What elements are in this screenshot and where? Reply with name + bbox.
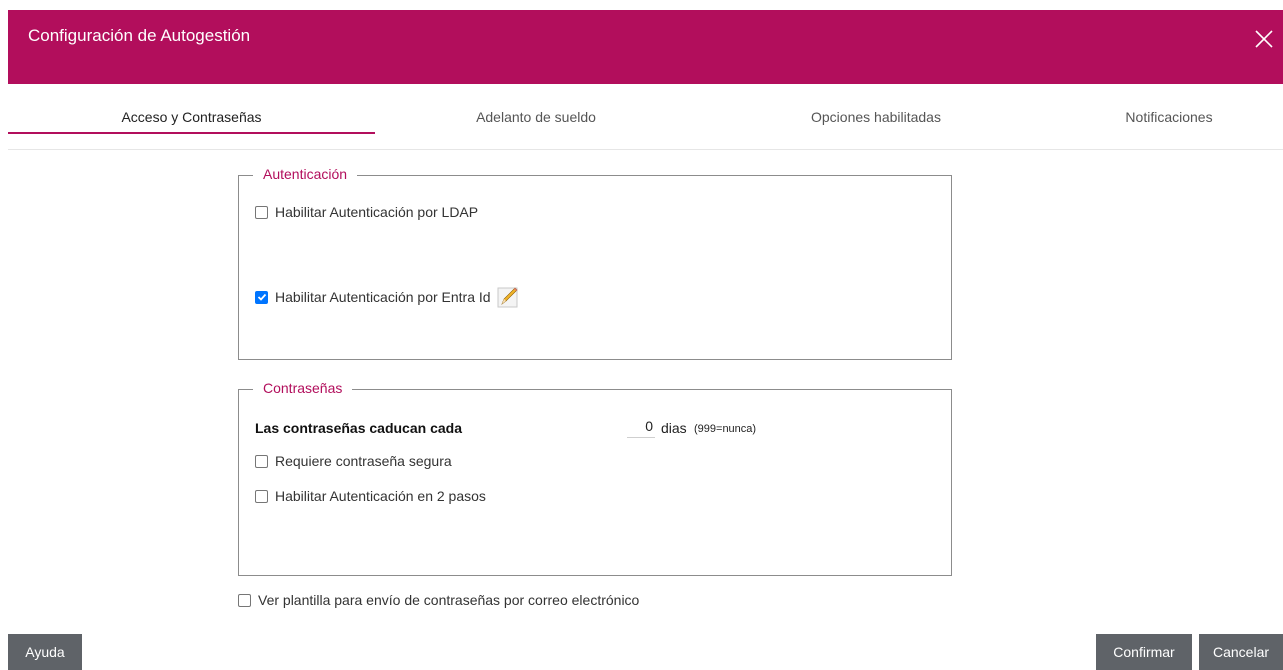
pencil-icon[interactable] [496,285,520,309]
twofa-checkbox[interactable] [255,489,268,503]
template-checkbox[interactable] [238,593,251,607]
cancel-button[interactable]: Cancelar [1199,634,1283,670]
secure-password-checkbox[interactable] [255,454,268,468]
active-tab-indicator [8,132,375,134]
days-note: (999=nunca) [694,423,757,435]
twofa-label: Habilitar Autenticación en 2 pasos [275,488,486,504]
expire-days-input[interactable] [627,414,655,438]
entra-label: Habilitar Autenticación por Entra Id [275,289,491,305]
dialog-footer: Ayuda Confirmar Cancelar [0,634,1283,670]
twofa-option[interactable]: Habilitar Autenticación en 2 pasos [255,488,486,504]
help-button[interactable]: Ayuda [8,634,82,670]
passwords-legend: Contraseñas [253,380,353,396]
expire-label: Las contraseñas caducan cada [255,420,462,436]
confirm-button[interactable]: Confirmar [1096,634,1192,670]
tab-label: Notificaciones [1125,109,1213,125]
tab-bar: Acceso y Contraseñas Adelanto de sueldo … [8,84,1283,150]
dialog-title: Configuración de Autogestión [28,26,251,45]
auth-group: Autenticación Habilitar Autenticación po… [238,166,952,360]
days-unit: dias [661,420,687,436]
template-label: Ver plantilla para envío de contraseñas … [258,592,640,608]
secure-password-label: Requiere contraseña segura [275,453,452,469]
close-icon[interactable] [1253,28,1275,50]
dialog-header: Configuración de Autogestión [8,10,1283,84]
entra-option[interactable]: Habilitar Autenticación por Entra Id [255,285,520,309]
passwords-group: Contraseñas Las contraseñas caducan cada… [238,380,952,576]
tab-notificaciones[interactable]: Notificaciones [1055,84,1283,150]
template-option[interactable]: Ver plantilla para envío de contraseñas … [238,592,639,608]
ldap-label: Habilitar Autenticación por LDAP [275,204,479,220]
tab-label: Acceso y Contraseñas [121,109,262,125]
auth-legend: Autenticación [253,166,358,182]
checkmark-icon [257,293,266,301]
tab-label: Opciones habilitadas [811,109,941,125]
secure-password-option[interactable]: Requiere contraseña segura [255,453,452,469]
entra-checkbox[interactable] [255,290,268,304]
ldap-checkbox[interactable] [255,205,268,219]
tab-label: Adelanto de sueldo [476,109,596,125]
tab-acceso-contrasenas[interactable]: Acceso y Contraseñas [8,84,375,150]
tab-adelanto-sueldo[interactable]: Adelanto de sueldo [375,84,697,150]
ldap-option[interactable]: Habilitar Autenticación por LDAP [255,204,478,220]
tab-opciones-habilitadas[interactable]: Opciones habilitadas [697,84,1055,150]
